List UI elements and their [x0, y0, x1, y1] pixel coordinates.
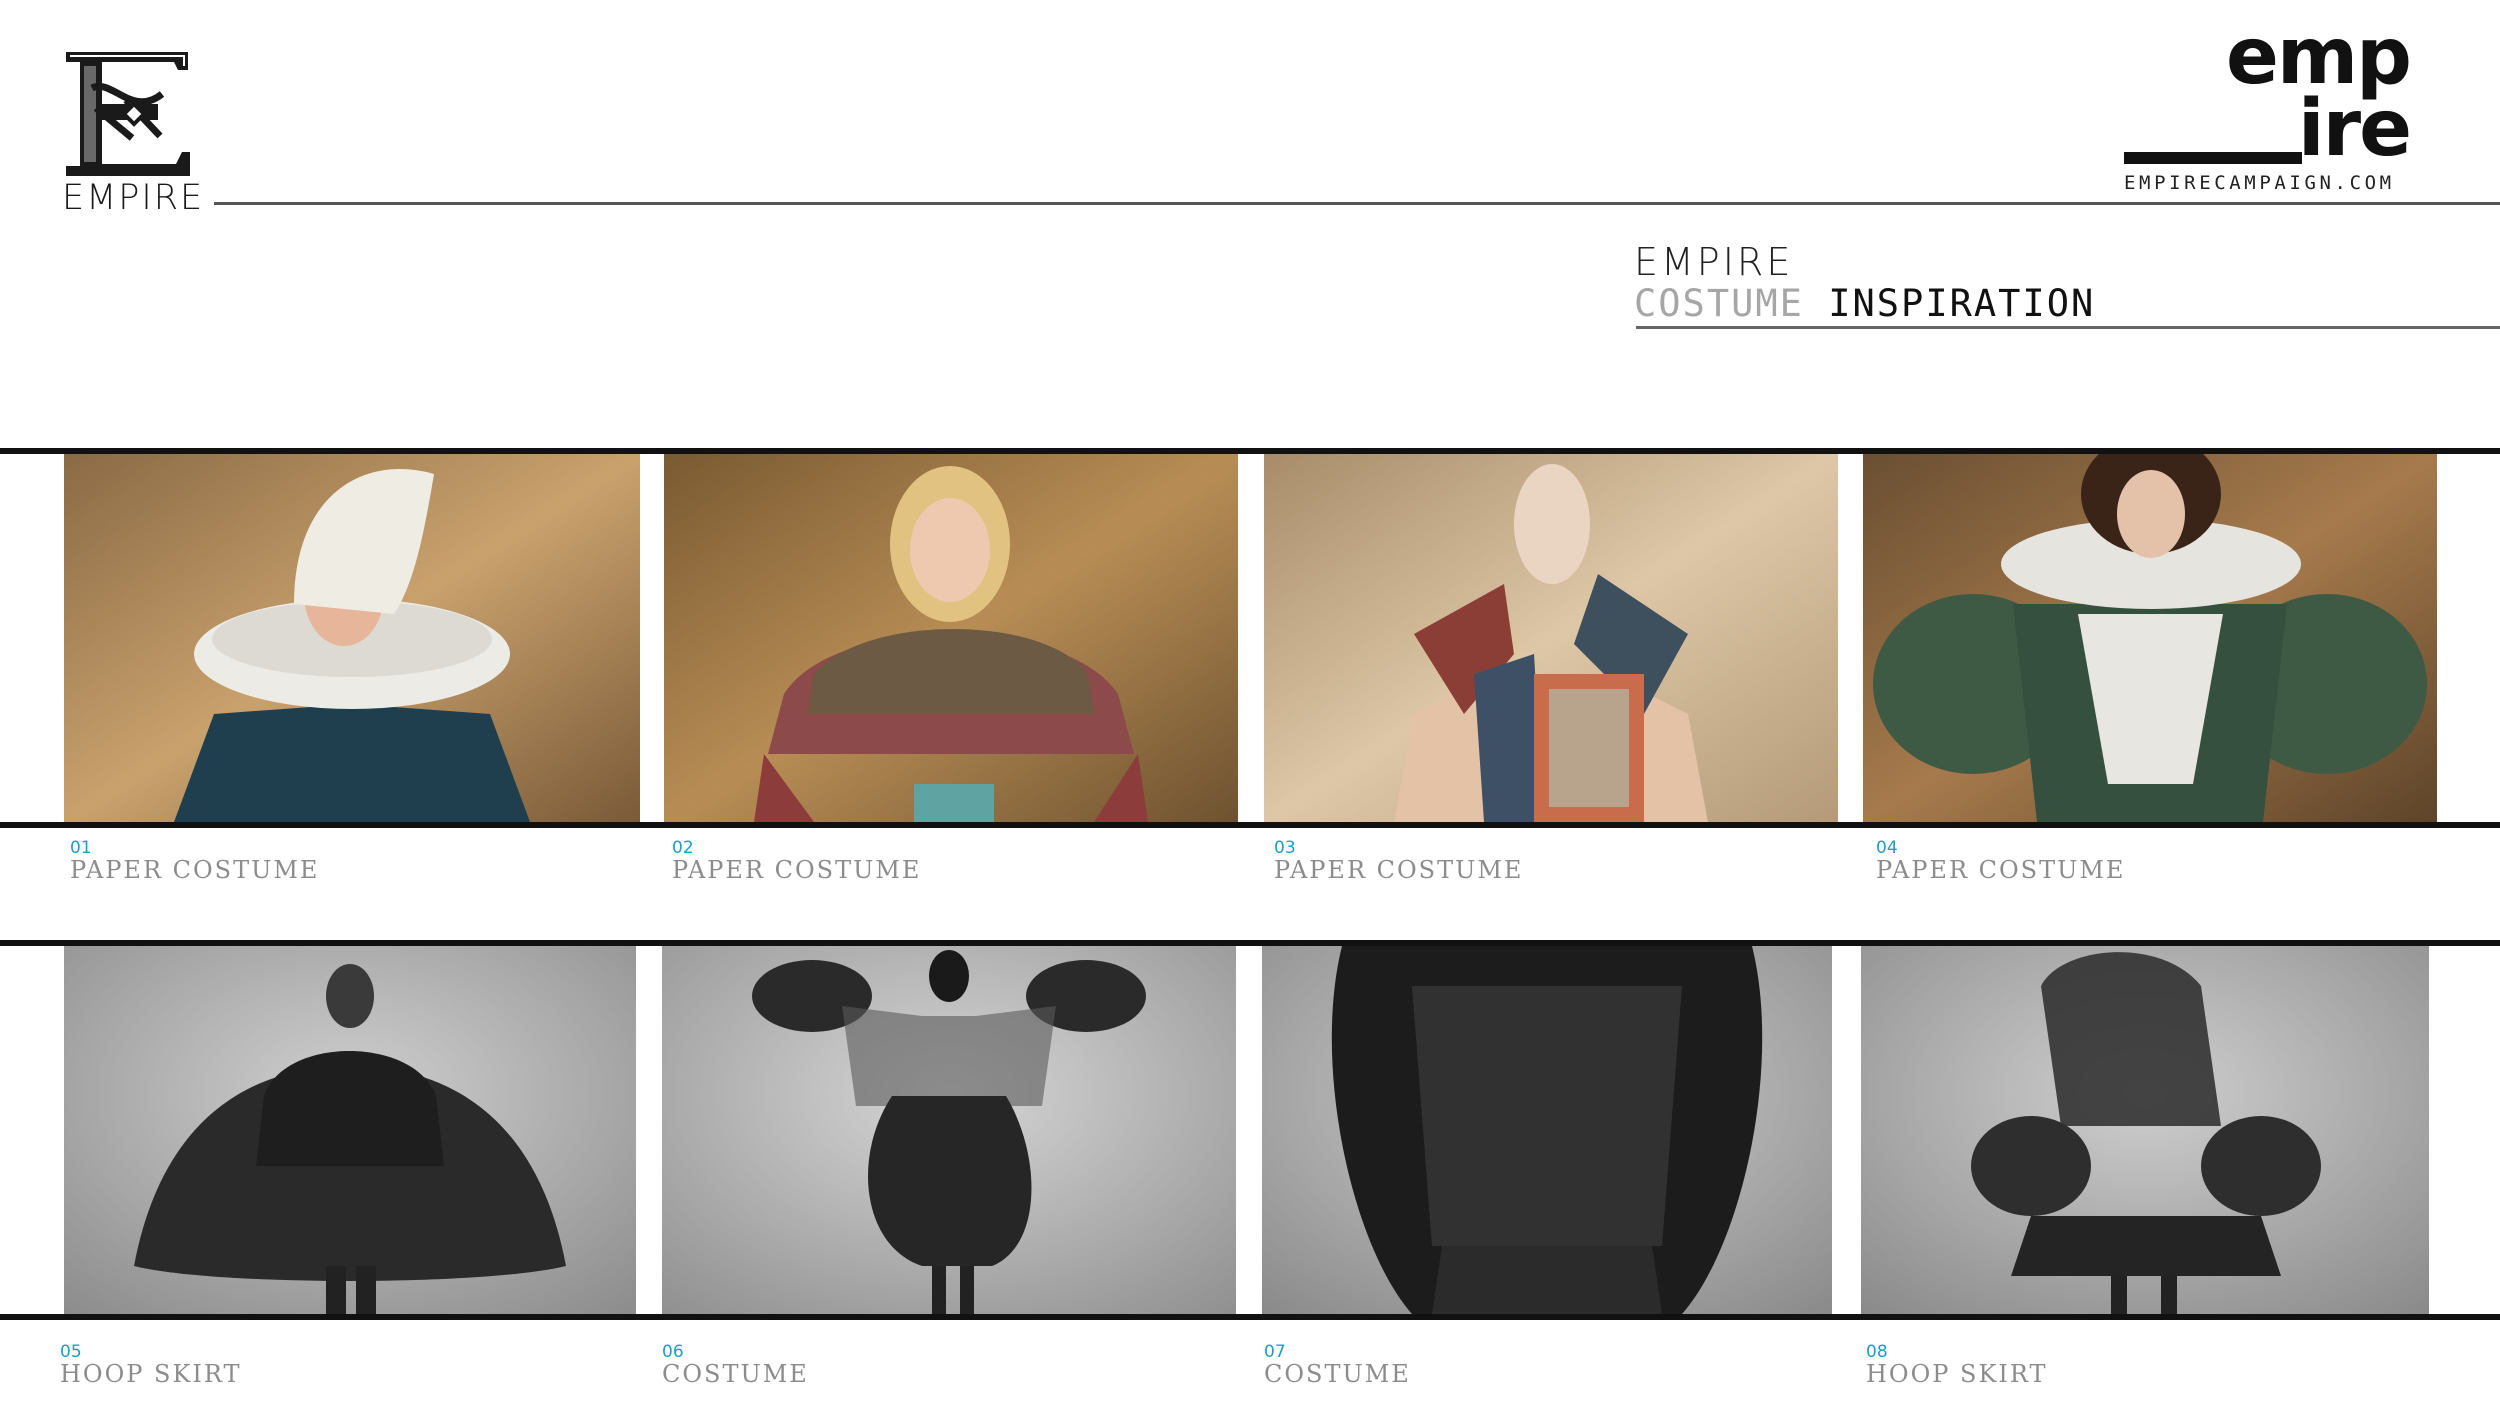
photo-costume-puff-sleeves [662, 946, 1236, 1314]
band-rule [0, 1314, 2500, 1320]
page-title: EMPIRE [1634, 240, 1794, 284]
item-label: PAPER COSTUME [1876, 856, 2126, 884]
photo-costume-dark-gown [1262, 946, 1832, 1314]
item-number: 04 [1876, 838, 1898, 858]
photo-paper-costume-green [1863, 454, 2437, 822]
item-number: 03 [1274, 838, 1296, 858]
band-rule [0, 822, 2500, 828]
item-label: HOOP SKIRT [1866, 1360, 2048, 1388]
item-label: COSTUME [662, 1360, 809, 1388]
item-number: 01 [70, 838, 92, 858]
photo-hoop-skirt-veil [1861, 946, 2429, 1314]
page-subtitle: COSTUME INSPIRATION [1634, 282, 2095, 325]
subtitle-light: COSTUME [1634, 282, 1804, 325]
photo-hoop-skirt-wide [64, 946, 636, 1314]
item-label: PAPER COSTUME [1274, 856, 1524, 884]
header-rule [214, 202, 2500, 205]
empire-campaign-logo: emp ire EMPIRECAMPAIGN.COM [2120, 18, 2412, 194]
item-label: PAPER COSTUME [672, 856, 922, 884]
brand-url: EMPIRECAMPAIGN.COM [2124, 172, 2395, 194]
item-number: 07 [1264, 1342, 1286, 1362]
item-label: PAPER COSTUME [70, 856, 320, 884]
photo-paper-costume-blonde [664, 454, 1238, 822]
photo-paper-costume-ruff [64, 454, 640, 822]
item-number: 08 [1866, 1342, 1888, 1362]
item-number: 06 [662, 1342, 684, 1362]
title-rule [1636, 326, 2500, 329]
subtitle-dark: INSPIRATION [1828, 282, 2096, 325]
photo-paper-costume-geometric [1264, 454, 1838, 822]
item-number: 02 [672, 838, 694, 858]
item-label: HOOP SKIRT [60, 1360, 242, 1388]
brand-bar [2124, 152, 2302, 164]
item-label: COSTUME [1264, 1360, 1411, 1388]
empire-monogram-logo [62, 48, 192, 180]
logo-wordmark: EMPIRE [62, 178, 205, 218]
brand-bottom: ire [2297, 84, 2412, 174]
item-number: 05 [60, 1342, 82, 1362]
